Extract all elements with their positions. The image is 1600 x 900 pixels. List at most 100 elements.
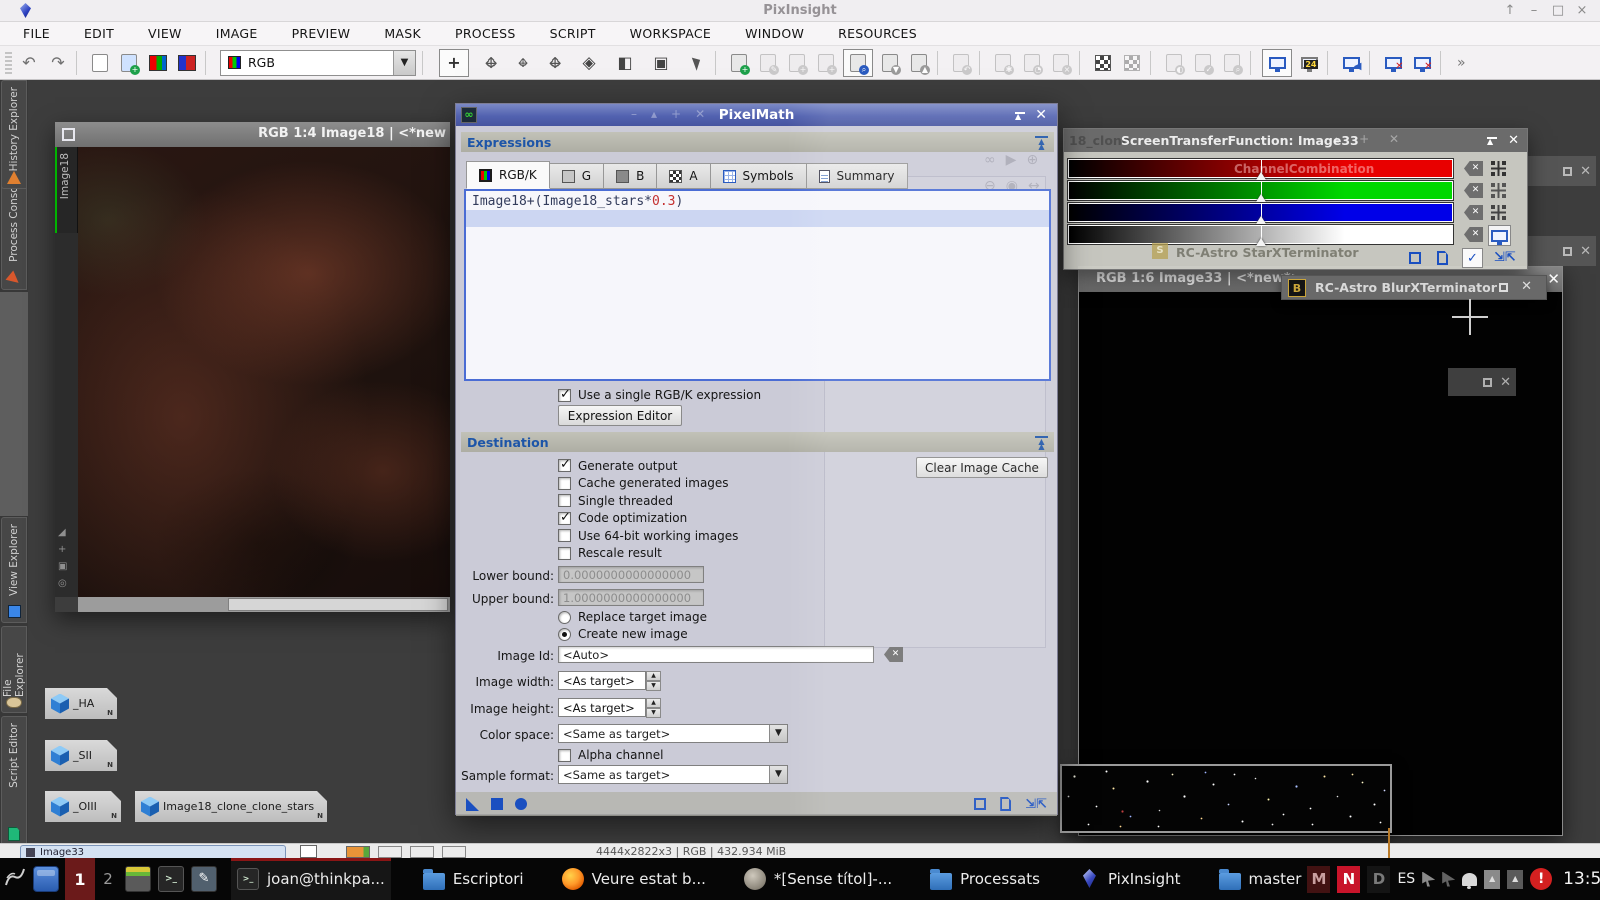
browse-documentation-icon[interactable]	[1437, 251, 1448, 265]
image-mask-icon[interactable]	[175, 51, 199, 75]
process-edit-icon[interactable]: ✎	[756, 51, 780, 75]
destination-section-header[interactable]: Destination ▲▲	[461, 432, 1054, 452]
sidebar-tab-view-explorer[interactable]: View Explorer	[1, 517, 27, 623]
stf-titlebar[interactable]: 18_clone ScreenTransferFunction: Image33…	[1064, 129, 1527, 152]
mask-enable-icon[interactable]: ✓	[1191, 51, 1215, 75]
mask-show-icon[interactable]	[1091, 51, 1115, 75]
zoom-fit-icon[interactable]: ↔↕	[481, 53, 501, 73]
menu-item[interactable]: VIEW	[148, 26, 182, 41]
option-checkbox[interactable]	[558, 477, 571, 490]
center-view-icon[interactable]: ◈	[577, 51, 601, 75]
window-list-icon[interactable]	[33, 866, 59, 892]
load-process-icon[interactable]: ▲	[907, 51, 931, 75]
maximize-icon[interactable]	[1483, 378, 1492, 387]
dropdown-arrow-icon[interactable]: ▼	[393, 51, 415, 75]
rename-view-icon[interactable]	[88, 51, 112, 75]
fit-icon[interactable]: +	[58, 544, 67, 555]
split-view-icon[interactable]: ◧	[613, 51, 637, 75]
spin-up-icon[interactable]: ▲	[646, 698, 661, 708]
tray-badge-d[interactable]: D	[1367, 866, 1390, 893]
duplicate-icon[interactable]: ▣	[58, 561, 67, 572]
stf-midtone-marker[interactable]	[1261, 182, 1262, 201]
expression-tab[interactable]: RGB/K	[466, 161, 550, 189]
target-icon[interactable]: ◎	[58, 578, 67, 589]
alpha-channel-checkbox[interactable]	[558, 749, 571, 762]
taskbar-task[interactable]: joan@thinkpa...	[231, 858, 391, 900]
sidebar-tab-history-explorer[interactable]: History Explorer	[1, 80, 27, 189]
resize-icon[interactable]: ◢	[58, 527, 67, 538]
execute-icon[interactable]: ✓	[1462, 248, 1483, 268]
stf-reset-channel-icon[interactable]: ✕	[1464, 161, 1483, 176]
replace-target-radio[interactable]	[558, 611, 571, 624]
removable-media-icon[interactable]: ▲	[1507, 870, 1523, 889]
collapse-section-icon[interactable]: ▲▲	[1035, 136, 1048, 149]
maximize-icon[interactable]	[1499, 283, 1508, 292]
workspace-thumb[interactable]	[410, 846, 434, 858]
stf-reset-icon[interactable]: ✕	[1381, 51, 1405, 75]
collapse-section-icon[interactable]: ▲▲	[1035, 436, 1048, 449]
destination-option[interactable]: Code optimization	[558, 510, 888, 528]
image18-side-tab[interactable]: Image18	[55, 147, 78, 233]
rollup-icon[interactable]: ▲	[1487, 133, 1497, 148]
option-checkbox[interactable]	[558, 459, 571, 472]
stf-window[interactable]: 18_clone ScreenTransferFunction: Image33…	[1063, 128, 1528, 270]
stf-link-icon[interactable]	[1490, 160, 1507, 177]
toolbar-grip[interactable]	[5, 52, 12, 74]
destination-option[interactable]: Rescale result	[558, 545, 888, 563]
stf-reset-channel-icon[interactable]: ✕	[1464, 227, 1483, 242]
image18-edge-icons[interactable]: ◢ + ▣ ◎	[58, 527, 67, 589]
expression-tab[interactable]: G	[550, 163, 604, 189]
revert-process-icon[interactable]: ↶	[949, 51, 973, 75]
reset-icon[interactable]: ⇲⇱	[1025, 797, 1047, 812]
cursor-icon[interactable]	[685, 51, 709, 75]
spin-up-icon[interactable]: ▲	[646, 671, 661, 681]
workspace-thumb-active[interactable]	[346, 846, 370, 858]
alpha-channel-option[interactable]: Alpha channel	[558, 748, 663, 762]
browse-documentation-icon[interactable]	[1000, 797, 1011, 811]
sidebar-tab-file-explorer[interactable]: File Explorer	[1, 626, 27, 713]
notifications-bell-icon[interactable]	[1462, 873, 1477, 886]
color-space-select[interactable]: <Same as target> ▼	[558, 724, 788, 743]
stf-24bit-icon[interactable]: 24	[1297, 51, 1321, 75]
single-rgbk-option[interactable]: Use a single RGB/K expression	[558, 388, 761, 402]
stf-midtone-marker[interactable]	[1261, 160, 1262, 179]
tray-badge-n[interactable]: N	[1337, 866, 1360, 893]
realtime-preview-icon[interactable]	[515, 798, 527, 810]
keyboard-layout-indicator[interactable]: ES	[1397, 871, 1415, 887]
expression-tab[interactable]: A	[657, 163, 710, 189]
option-checkbox[interactable]	[558, 494, 571, 507]
save-process-icon[interactable]: ▼	[878, 51, 902, 75]
dropdown-arrow-icon[interactable]: ▼	[769, 725, 787, 742]
menu-item[interactable]: IMAGE	[216, 26, 258, 41]
stf-link-icon[interactable]	[1490, 204, 1507, 221]
display-channel-select[interactable]: RGB ▼	[220, 50, 416, 76]
close-icon[interactable]: ✕	[1521, 279, 1532, 294]
stf-red-slider[interactable]: ChannelCombination	[1068, 159, 1453, 178]
redo-icon[interactable]: ↷	[46, 51, 70, 75]
tray-badge-m[interactable]: M	[1307, 866, 1330, 893]
workspace-switch-2[interactable]: 2	[95, 858, 121, 900]
pixelmath-titlebar[interactable]: ∞ PixelMath –▴+✕ ▲ ✕	[456, 104, 1057, 126]
stf-screen-preview-button[interactable]	[1488, 225, 1511, 246]
option-checkbox[interactable]	[558, 529, 571, 542]
destination-option[interactable]: Use 64-bit working images	[558, 527, 888, 545]
apply-global-icon[interactable]	[491, 798, 503, 810]
stf-green-slider[interactable]	[1068, 181, 1453, 200]
expression-editor[interactable]: Image18+(Image18_stars*0.3)	[464, 189, 1051, 381]
process-cancel-icon[interactable]: ×	[1049, 51, 1073, 75]
app-menu-icon[interactable]	[0, 865, 30, 893]
close-icon[interactable]: ×	[1572, 2, 1592, 20]
workspace-preview-icon[interactable]	[300, 845, 317, 858]
close-icon[interactable]: ✕	[1580, 244, 1591, 259]
editor-launcher-icon[interactable]: ✎	[191, 866, 217, 892]
menu-item[interactable]: EDIT	[84, 26, 114, 41]
close-icon[interactable]: ✕	[1547, 270, 1560, 288]
process-history-icon[interactable]: +	[785, 51, 809, 75]
iconized-image-window[interactable]: _HA N	[45, 688, 117, 719]
taskbar-task[interactable]: PixInsight	[1072, 858, 1187, 900]
image-window-image18[interactable]: RGB 1:4 Image18 | <*new Image18 ◢ + ▣ ◎	[55, 122, 450, 612]
menu-item[interactable]: WINDOW	[745, 26, 804, 41]
create-new-option[interactable]: Create new image	[558, 627, 688, 641]
pointer-tray-icon[interactable]	[1422, 872, 1435, 887]
stf-track-icon[interactable]: ◀	[1339, 51, 1363, 75]
